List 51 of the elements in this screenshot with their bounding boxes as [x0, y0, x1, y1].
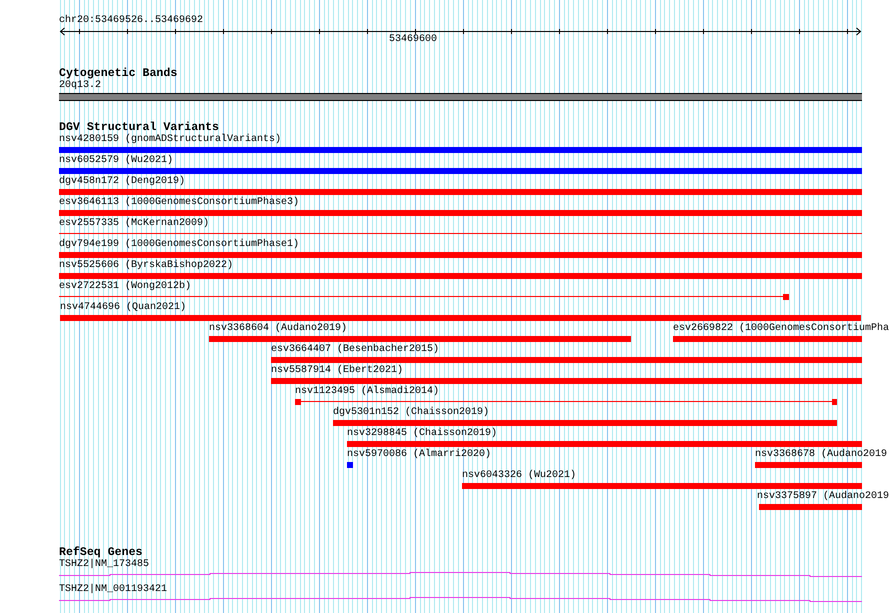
variant-label: nsv3368678 (Audano2019 — [755, 449, 888, 460]
variant-label: nsv4280159 (gnomADStructuralVariants) — [59, 134, 282, 145]
variant-label: nsv5970086 (Almarri2020) — [347, 449, 492, 460]
variant-label: nsv3368604 (Audano2019) — [209, 323, 348, 334]
cytoband-bar[interactable] — [59, 93, 862, 101]
track-title: RefSeq Genes — [59, 546, 142, 559]
variant-bar[interactable] — [755, 462, 862, 468]
variant-label: nsv6052579 (Wu2021) — [59, 155, 174, 166]
location-label: chr20:53469526..53469692 — [59, 15, 204, 26]
variant-bar[interactable] — [209, 336, 631, 342]
variant-bar[interactable] — [59, 147, 862, 153]
variant-bar[interactable] — [59, 168, 862, 174]
gene-model-line[interactable] — [59, 572, 862, 577]
variant-label: nsv1123495 (Alsmadi2014) — [295, 386, 440, 397]
variant-label: esv2557335 (McKernan2009) — [59, 218, 210, 229]
variant-bar[interactable] — [59, 273, 862, 279]
variant-bar[interactable] — [462, 483, 862, 489]
variant-label: nsv5587914 (Ebert2021) — [271, 365, 404, 376]
band-label: 20q13.2 — [59, 80, 102, 91]
ruler-tick-label: 53469600 — [389, 34, 438, 45]
transcript-label: TSHZ2|NM_001193421 — [59, 584, 168, 595]
gene-model-line[interactable] — [59, 597, 862, 602]
variant-bar[interactable] — [59, 210, 862, 216]
variant-label: dgv794e199 (1000GenomesConsortiumPhase1) — [59, 239, 300, 250]
variant-label: esv3646113 (1000GenomesConsortiumPhase3) — [59, 197, 300, 208]
variant-bar[interactable] — [59, 189, 862, 195]
variant-bar[interactable] — [60, 315, 861, 321]
variant-label: dgv5301n152 (Chaisson2019) — [333, 407, 490, 418]
variant-label: nsv3298845 (Chaisson2019) — [347, 428, 498, 439]
variant-bar[interactable] — [673, 336, 862, 342]
variant-label: nsv4744696 (Quan2021) — [60, 302, 186, 313]
transcript-label: TSHZ2|NM_173485 — [59, 559, 150, 570]
variant-span[interactable] — [59, 294, 789, 300]
variant-label: nsv5525606 (ByrskaBishop2022) — [59, 260, 234, 271]
variant-bar[interactable] — [59, 252, 862, 258]
variant-span[interactable] — [59, 231, 862, 237]
variant-label: nsv3375897 (Audano2019 — [757, 491, 890, 502]
variant-bar[interactable] — [347, 462, 353, 468]
variant-bar[interactable] — [333, 420, 837, 426]
variant-span[interactable] — [295, 399, 837, 405]
variant-bar[interactable] — [759, 504, 862, 510]
track-title: DGV Structural Variants — [59, 121, 220, 134]
variant-bar[interactable] — [347, 441, 862, 447]
variant-label: nsv6043326 (Wu2021) — [462, 470, 576, 481]
variant-label: esv2722531 (Wong2012b) — [59, 281, 192, 292]
variant-bar[interactable] — [271, 357, 862, 363]
variant-bar[interactable] — [271, 378, 862, 384]
variant-label: esv3664407 (Besenbacher2015) — [271, 344, 440, 355]
track-title: Cytogenetic Bands — [59, 67, 178, 80]
variant-label: dgv458n172 (Deng2019) — [59, 176, 186, 187]
variant-label: esv2669822 (1000GenomesConsortiumPha — [673, 323, 890, 334]
